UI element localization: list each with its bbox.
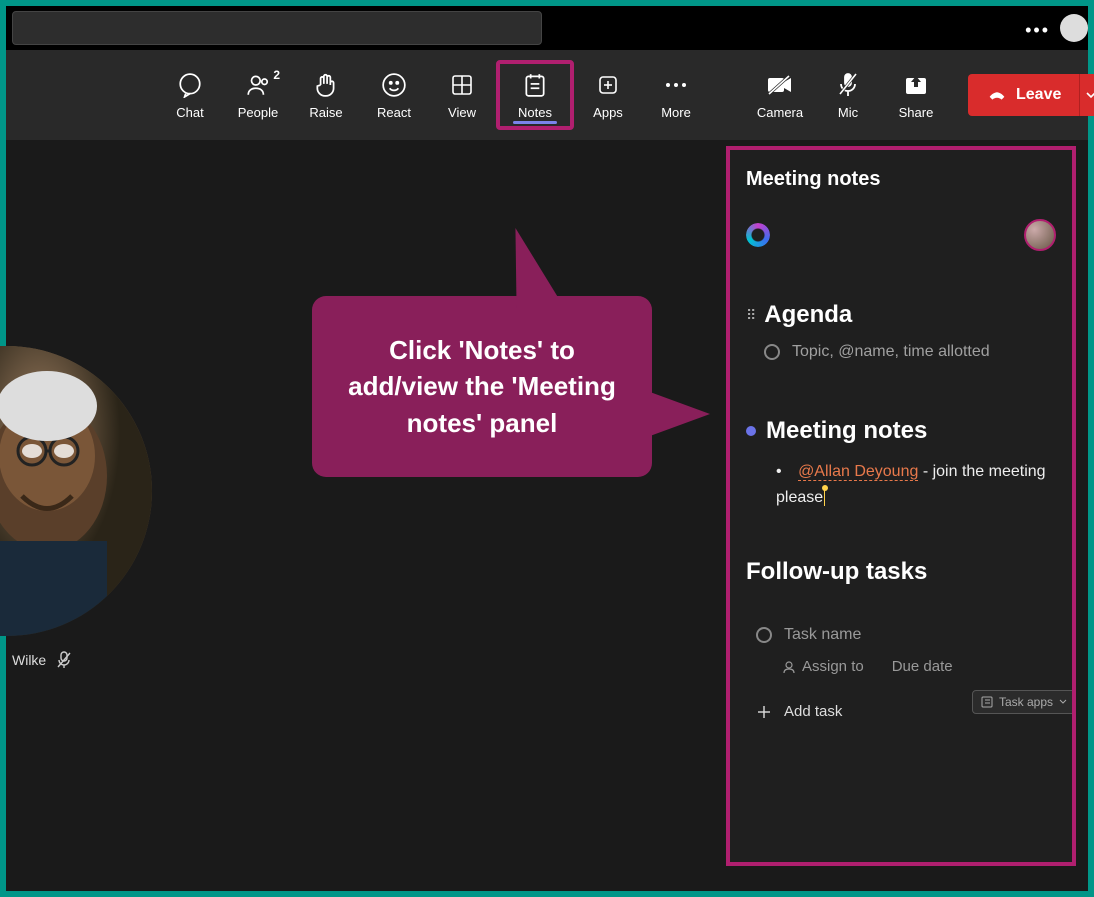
apps-icon	[596, 71, 620, 99]
mic-button[interactable]: Mic	[814, 60, 882, 130]
share-button[interactable]: Share	[882, 60, 950, 130]
due-date-button[interactable]: Due date	[892, 658, 953, 675]
chat-label: Chat	[176, 105, 203, 120]
apps-button[interactable]: Apps	[574, 60, 642, 130]
participant-name-label: Wilke	[12, 651, 72, 669]
view-label: View	[448, 105, 476, 120]
leave-label: Leave	[1016, 86, 1061, 104]
presence-cursor-icon	[822, 485, 828, 491]
notes-icon	[522, 71, 548, 99]
phone-hangup-icon	[986, 84, 1008, 106]
camera-label: Camera	[757, 105, 803, 120]
person-icon	[782, 660, 796, 674]
loop-icon[interactable]	[746, 223, 770, 247]
hand-icon	[313, 71, 339, 99]
task-apps-icon	[981, 696, 993, 708]
callout-text: Click 'Notes' to add/view the 'Meeting n…	[348, 335, 616, 438]
active-indicator	[513, 121, 557, 124]
callout-arrow-up	[487, 228, 564, 308]
react-button[interactable]: React	[360, 60, 428, 130]
assign-to-button[interactable]: Assign to	[782, 658, 864, 675]
react-label: React	[377, 105, 411, 120]
participant-mic-off-icon	[56, 651, 72, 669]
share-icon	[903, 71, 929, 99]
share-label: Share	[899, 105, 934, 120]
meeting-note-item[interactable]: • @Allan Deyoung - join the meeting plea…	[776, 459, 1056, 510]
agenda-item-placeholder[interactable]: Topic, @name, time allotted	[764, 343, 1056, 361]
followup-heading: Follow-up tasks	[746, 558, 1056, 586]
radio-icon[interactable]	[764, 344, 780, 360]
meeting-toolbar: Chat 2 People Raise React	[6, 50, 1088, 140]
title-bar: •••	[6, 6, 1088, 50]
agenda-section-header: ⠿ Agenda	[746, 301, 1056, 329]
assign-to-label: Assign to	[802, 658, 864, 675]
raise-hand-button[interactable]: Raise	[292, 60, 360, 130]
participant-video-tile[interactable]	[0, 346, 152, 636]
chat-icon	[177, 71, 203, 99]
mic-label: Mic	[838, 105, 858, 120]
chevron-down-icon	[1059, 698, 1067, 706]
agenda-placeholder-text: Topic, @name, time allotted	[792, 343, 990, 361]
raise-label: Raise	[309, 105, 342, 120]
editor-avatar[interactable]	[1024, 219, 1056, 251]
add-task-label: Add task	[784, 703, 842, 720]
participant-name: Wilke	[12, 652, 46, 668]
list-bullet-icon: •	[776, 463, 782, 480]
task-item[interactable]: Task name	[756, 626, 1056, 644]
notes-panel-title: Meeting notes	[746, 168, 1056, 191]
drag-handle-icon[interactable]: ⠿	[746, 307, 754, 324]
ellipsis-icon	[663, 71, 689, 99]
user-avatar[interactable]	[1060, 14, 1088, 42]
leave-options-button[interactable]	[1079, 74, 1094, 116]
meeting-notes-panel: Meeting notes ⠿ Agenda Topic, @name, tim…	[726, 146, 1076, 866]
view-button[interactable]: View	[428, 60, 496, 130]
meeting-notes-section-header: Meeting notes	[746, 417, 1056, 445]
mic-off-icon	[836, 71, 860, 99]
more-label: More	[661, 105, 691, 120]
plus-icon	[756, 704, 772, 720]
meeting-stage: Wilke Click 'Notes' to add/view the 'Mee…	[12, 146, 1082, 885]
notes-label: Notes	[518, 105, 552, 120]
camera-off-icon	[766, 71, 794, 99]
tutorial-callout: Click 'Notes' to add/view the 'Meeting n…	[312, 296, 652, 477]
meeting-notes-heading: Meeting notes	[766, 417, 927, 445]
text-cursor	[824, 488, 825, 506]
people-count-badge: 2	[273, 68, 280, 82]
camera-button[interactable]: Camera	[746, 60, 814, 130]
callout-arrow-right	[650, 392, 710, 436]
leave-button[interactable]: Leave	[968, 74, 1079, 116]
notes-button[interactable]: Notes	[496, 60, 574, 130]
task-name-placeholder: Task name	[784, 626, 861, 644]
user-mention[interactable]: @Allan Deyoung	[798, 463, 918, 481]
apps-label: Apps	[593, 105, 623, 120]
more-button[interactable]: More	[642, 60, 710, 130]
task-checkbox-icon[interactable]	[756, 627, 772, 643]
more-options-icon[interactable]: •••	[1025, 20, 1050, 41]
grid-icon	[450, 71, 474, 99]
people-label: People	[238, 105, 278, 120]
chevron-down-icon	[1086, 90, 1094, 100]
search-input[interactable]	[12, 11, 542, 45]
chat-button[interactable]: Chat	[156, 60, 224, 130]
emoji-icon	[381, 71, 407, 99]
people-icon	[245, 71, 271, 99]
task-apps-button[interactable]: Task apps	[972, 690, 1076, 714]
participant-headshot	[0, 346, 152, 636]
people-button[interactable]: 2 People	[224, 60, 292, 130]
bullet-icon	[746, 426, 756, 436]
task-apps-label: Task apps	[999, 695, 1053, 709]
agenda-heading: Agenda	[764, 301, 852, 329]
